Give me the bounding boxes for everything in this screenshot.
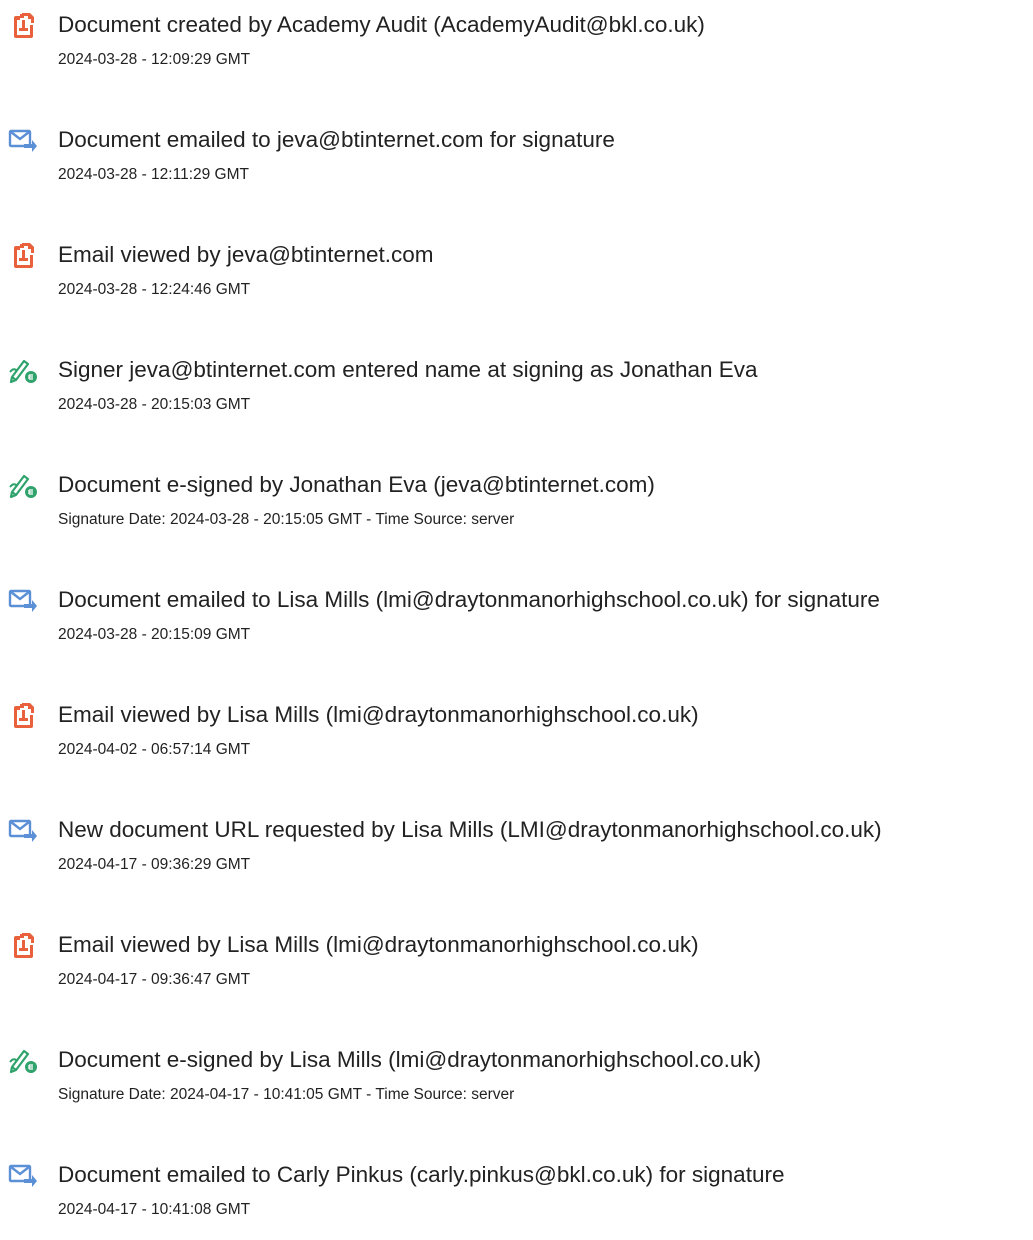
entry-signature-date: Signature Date: 2024-03-28 - 20:15:05 GM… [58, 511, 515, 528]
entry-title: Email viewed by jeva@btinternet.com [58, 242, 434, 267]
audit-entry: Signer jeva@btinternet.com entered name … [8, 355, 1033, 435]
entry-title: New document URL requested by Lisa Mills… [58, 817, 882, 842]
document-icon [8, 700, 38, 730]
document-icon [8, 10, 38, 40]
entry-title: Signer jeva@btinternet.com entered name … [58, 357, 758, 382]
entry-timestamp: 2024-03-28 - 20:15:03 GMT [58, 396, 251, 413]
entry-timestamp: 2024-03-28 - 12:11:29 GMT [58, 166, 249, 183]
entry-timestamp: 2024-04-17 - 10:41:08 GMT [58, 1201, 251, 1218]
document-icon [8, 240, 38, 270]
entry-title: Document e-signed by Jonathan Eva (jeva@… [58, 472, 655, 497]
audit-entry: Document e-signed by Jonathan Eva (jeva@… [8, 470, 1033, 550]
entry-title: Email viewed by Lisa Mills (lmi@draytonm… [58, 702, 699, 727]
audit-entry: Document emailed to Lisa Mills (lmi@dray… [8, 585, 1033, 665]
audit-entry: Document emailed to Carly Pinkus (carly.… [8, 1160, 1033, 1240]
audit-entry: Document e-signed by Lisa Mills (lmi@dra… [8, 1045, 1033, 1125]
entry-signature-date: Signature Date: 2024-04-17 - 10:41:05 GM… [58, 1086, 515, 1103]
esign-pen-icon [8, 470, 38, 500]
audit-entry: New document URL requested by Lisa Mills… [8, 815, 1033, 895]
entry-title: Document emailed to jeva@btinternet.com … [58, 127, 615, 152]
audit-entry: Email viewed by jeva@btinternet.com 2024… [8, 240, 1033, 320]
entry-title: Document emailed to Lisa Mills (lmi@dray… [58, 587, 880, 612]
audit-entry: Email viewed by Lisa Mills (lmi@draytonm… [8, 700, 1033, 780]
email-icon [8, 125, 38, 155]
email-icon [8, 815, 38, 845]
esign-pen-icon [8, 355, 38, 385]
email-icon [8, 1160, 38, 1190]
email-icon [8, 585, 38, 615]
entry-timestamp: 2024-03-28 - 12:24:46 GMT [58, 281, 251, 298]
entry-title: Document created by Academy Audit (Acade… [58, 12, 705, 37]
audit-entry: Email viewed by Lisa Mills (lmi@draytonm… [8, 930, 1033, 1010]
audit-entry: Document created by Academy Audit (Acade… [8, 10, 1033, 90]
entry-title: Email viewed by Lisa Mills (lmi@draytonm… [58, 932, 699, 957]
document-icon [8, 930, 38, 960]
entry-title: Document emailed to Carly Pinkus (carly.… [58, 1162, 785, 1187]
entry-timestamp: 2024-04-02 - 06:57:14 GMT [58, 741, 251, 758]
entry-timestamp: 2024-04-17 - 09:36:29 GMT [58, 856, 251, 873]
audit-entry: Document emailed to jeva@btinternet.com … [8, 125, 1033, 205]
esign-pen-icon [8, 1045, 38, 1075]
entry-timestamp: 2024-03-28 - 12:09:29 GMT [58, 51, 251, 68]
entry-title: Document e-signed by Lisa Mills (lmi@dra… [58, 1047, 762, 1072]
entry-timestamp: 2024-03-28 - 20:15:09 GMT [58, 626, 251, 643]
entry-timestamp: 2024-04-17 - 09:36:47 GMT [58, 971, 251, 988]
